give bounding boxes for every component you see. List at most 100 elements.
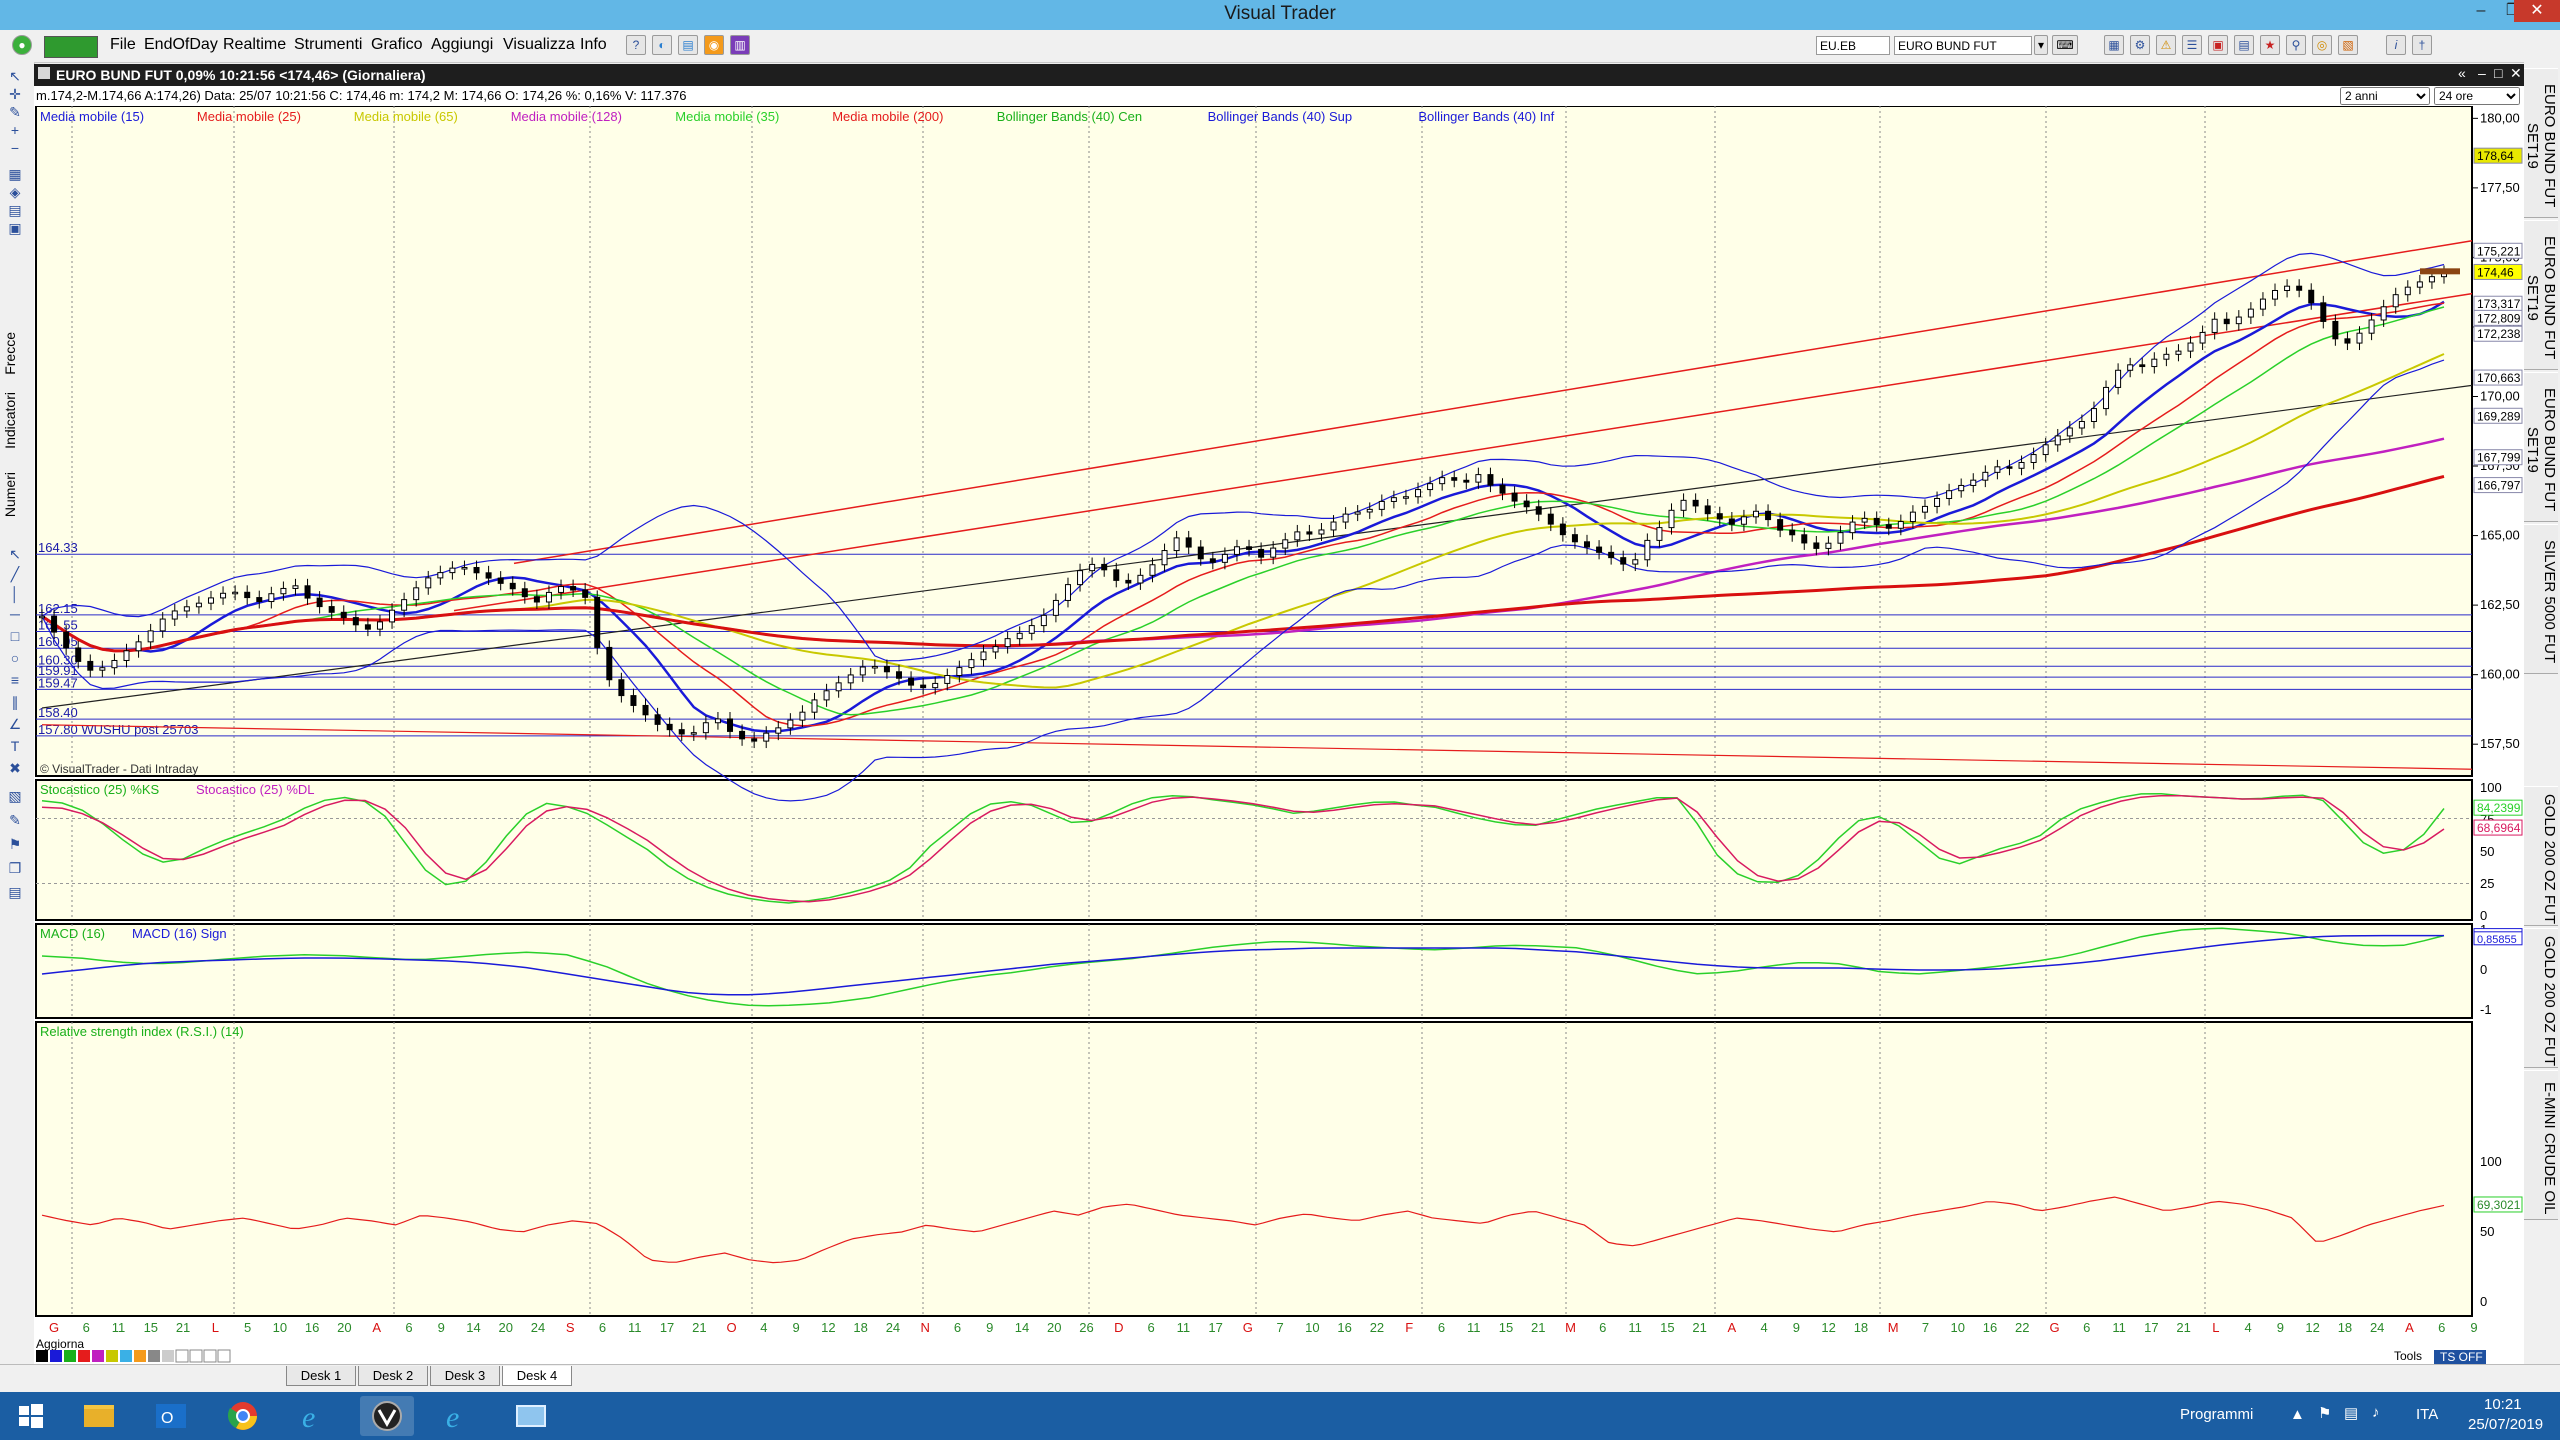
delete-tool-icon[interactable]: ✖ xyxy=(7,760,23,776)
edit-icon[interactable]: ✎ xyxy=(7,812,23,828)
grid-icon[interactable]: ▦ xyxy=(7,166,23,182)
menu-strumenti[interactable]: Strumenti xyxy=(294,36,362,54)
menu-aggiungi[interactable]: Aggiungi xyxy=(431,36,493,54)
tray-programmi[interactable]: Programmi xyxy=(2180,1406,2253,1423)
chart-settings-icon[interactable]: ⚙ xyxy=(2130,35,2150,55)
tray-network-icon[interactable]: ▤ xyxy=(2344,1404,2358,1422)
chart-window-icon-small xyxy=(38,67,50,79)
right-tab-6[interactable]: GOLD 200 OZ FUT xyxy=(2524,928,2558,1068)
internet-explorer-icon-2[interactable]: e xyxy=(432,1396,486,1436)
menu-grafico[interactable]: Grafico xyxy=(371,36,423,54)
warning-icon[interactable]: ⚠ xyxy=(2156,35,2176,55)
pencil-icon[interactable]: ✎ xyxy=(7,104,23,120)
chart-minimize-icon[interactable]: – xyxy=(2478,65,2486,81)
tray-time[interactable]: 10:21 xyxy=(2484,1396,2522,1413)
chart-close-icon[interactable]: ✕ xyxy=(2510,65,2522,82)
search-icon[interactable]: ⚲ xyxy=(2286,35,2306,55)
calendar-icon[interactable]: ▣ xyxy=(2208,35,2228,55)
horizontal-line-icon[interactable]: ─ xyxy=(7,606,23,622)
copy-icon[interactable]: ❐ xyxy=(7,860,23,876)
vertical-line-icon[interactable]: │ xyxy=(7,586,23,602)
antenna-icon[interactable]: ★ xyxy=(2260,35,2280,55)
crosshair-icon[interactable]: ✛ xyxy=(7,86,23,102)
tab-indicatori[interactable]: Indicatori xyxy=(2,392,18,449)
tab-frecce[interactable]: Frecce xyxy=(2,332,18,375)
rss-icon[interactable]: ▥ xyxy=(730,35,750,55)
paste-icon[interactable]: ▤ xyxy=(7,884,23,900)
file-explorer-icon[interactable] xyxy=(72,1396,126,1436)
desk-tab-1[interactable]: Desk 1 xyxy=(286,1366,356,1386)
menu-realtime[interactable]: Realtime xyxy=(223,36,286,54)
price-axis-label: 170,00 xyxy=(2480,388,2520,403)
table-icon[interactable]: ▤ xyxy=(2234,35,2254,55)
menu-endofday[interactable]: EndOfDay xyxy=(144,36,218,54)
dropdown-icon[interactable]: ▾ xyxy=(2034,35,2048,55)
tray-language[interactable]: ITA xyxy=(2416,1406,2438,1423)
rectangle-tool-icon[interactable]: □ xyxy=(7,628,23,644)
instrument-name-field[interactable] xyxy=(1894,36,2032,55)
line-tool-icon[interactable]: ╱ xyxy=(7,566,23,582)
list-icon[interactable]: ☰ xyxy=(2182,35,2202,55)
chart-restore-icon[interactable]: □ xyxy=(2494,65,2502,81)
tray-chevron-icon[interactable]: ▲ xyxy=(2290,1406,2305,1423)
desk-tab-3[interactable]: Desk 3 xyxy=(430,1366,500,1386)
web-icon[interactable]: ◉ xyxy=(704,35,724,55)
eraser-icon[interactable]: ▧ xyxy=(7,788,23,804)
tray-volume-icon[interactable]: ♪ xyxy=(2372,1404,2380,1421)
right-tab-5[interactable]: GOLD 200 OZ FUT xyxy=(2524,786,2558,926)
desk-tab-4[interactable]: Desk 4 xyxy=(502,1366,572,1386)
symbol-field[interactable] xyxy=(1816,36,1890,55)
chart-window-icon[interactable]: ▦ xyxy=(2104,35,2124,55)
zoom-in-icon[interactable]: + xyxy=(7,122,23,138)
palette-icon[interactable]: ◈ xyxy=(7,184,23,200)
visual-trader-taskbar-icon[interactable] xyxy=(360,1396,414,1436)
print-icon[interactable]: ▤ xyxy=(7,202,23,218)
price-value-tag-label: 169,289 xyxy=(2477,409,2521,423)
tray-date[interactable]: 25/07/2019 xyxy=(2468,1416,2543,1433)
channel-icon[interactable]: ∥ xyxy=(7,694,23,710)
right-tab-4[interactable]: SILVER 5000 FUT xyxy=(2524,524,2558,674)
tab-numeri[interactable]: Numeri xyxy=(2,472,18,517)
internet-explorer-icon[interactable]: e xyxy=(288,1396,342,1436)
outlook-icon[interactable]: O xyxy=(144,1396,198,1436)
footer-aggiorna[interactable]: Aggiorna xyxy=(36,1337,84,1351)
close-icon[interactable]: ✕ xyxy=(2514,0,2560,22)
document-icon[interactable]: ▤ xyxy=(678,35,698,55)
globe-icon[interactable]: ◐ xyxy=(652,35,672,55)
news-icon[interactable]: ▧ xyxy=(2338,35,2358,55)
keyboard-icon[interactable]: ⌨ xyxy=(2052,35,2078,55)
period-select[interactable]: 2 anni xyxy=(2340,87,2430,105)
zoom-icon[interactable]: ◎ xyxy=(2312,35,2332,55)
chart-plot[interactable]: 164.33162.15161.55160.95160.30159.91159.… xyxy=(34,106,2524,1364)
right-tab-1[interactable]: EURO BUND FUT SET19 xyxy=(2524,68,2558,218)
bell-icon[interactable]: ⚑ xyxy=(7,836,23,852)
chrome-icon[interactable] xyxy=(216,1396,270,1436)
right-tab-3[interactable]: EURO BUND FUT SET19 xyxy=(2524,372,2558,522)
help-icon[interactable]: ? xyxy=(626,35,646,55)
tray-flag-icon[interactable]: ⚑ xyxy=(2318,1404,2331,1422)
interval-select[interactable]: 24 ore xyxy=(2434,87,2520,105)
menu-info[interactable]: Info xyxy=(580,36,607,54)
remote-desktop-icon[interactable] xyxy=(504,1396,558,1436)
connect-icon[interactable]: ● xyxy=(12,35,32,55)
fibonacci-icon[interactable]: ≡ xyxy=(7,672,23,688)
footer-ts-off[interactable]: TS OFF xyxy=(2440,1350,2483,1364)
chart-back-icon[interactable]: « xyxy=(2458,65,2466,81)
candle-body xyxy=(1608,551,1615,559)
zoom-out-icon[interactable]: − xyxy=(7,140,23,156)
right-tab-7[interactable]: E-MINI CRUDE OIL xyxy=(2524,1070,2558,1220)
info-icon[interactable]: i xyxy=(2386,35,2406,55)
desk-tab-2[interactable]: Desk 2 xyxy=(358,1366,428,1386)
arrow-tool-icon[interactable]: ↖ xyxy=(7,546,23,562)
right-tab-2[interactable]: EURO BUND FUT SET19 xyxy=(2524,220,2558,370)
gann-icon[interactable]: ∠ xyxy=(7,716,23,732)
text-tool-icon[interactable]: T xyxy=(7,738,23,754)
windows-start-icon[interactable] xyxy=(4,1396,58,1436)
ellipse-tool-icon[interactable]: ○ xyxy=(7,650,23,666)
save-icon[interactable]: ▣ xyxy=(7,220,23,236)
cursor-icon[interactable]: ↖ xyxy=(7,68,23,84)
footer-tools[interactable]: Tools xyxy=(2394,1349,2422,1363)
menu-file[interactable]: File xyxy=(110,36,136,54)
pin-icon[interactable]: † xyxy=(2412,35,2432,55)
menu-visualizza[interactable]: Visualizza xyxy=(503,36,575,54)
